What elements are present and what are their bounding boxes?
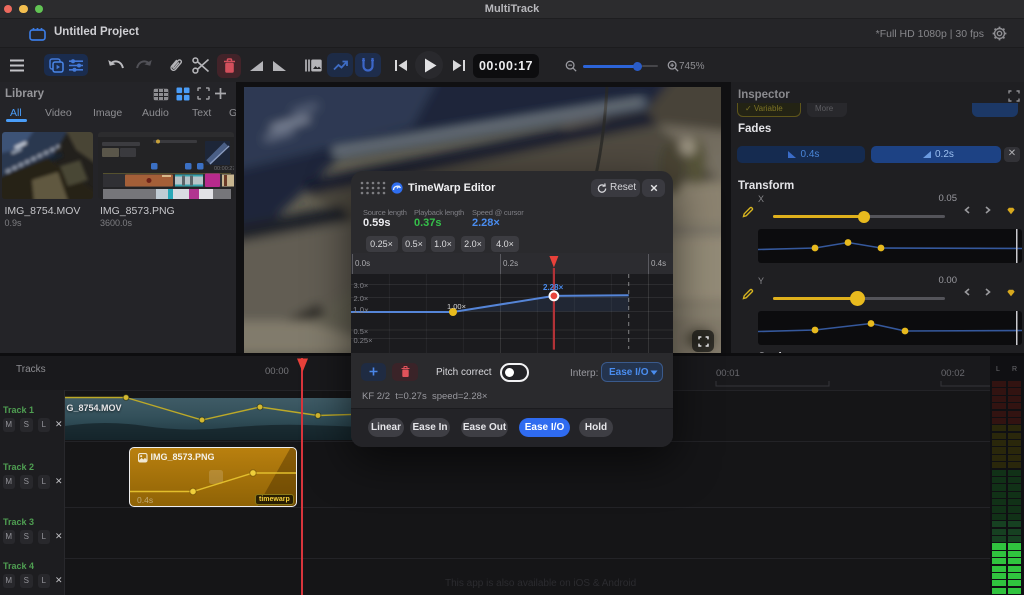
svg-text:00:00:27: 00:00:27	[214, 166, 234, 172]
